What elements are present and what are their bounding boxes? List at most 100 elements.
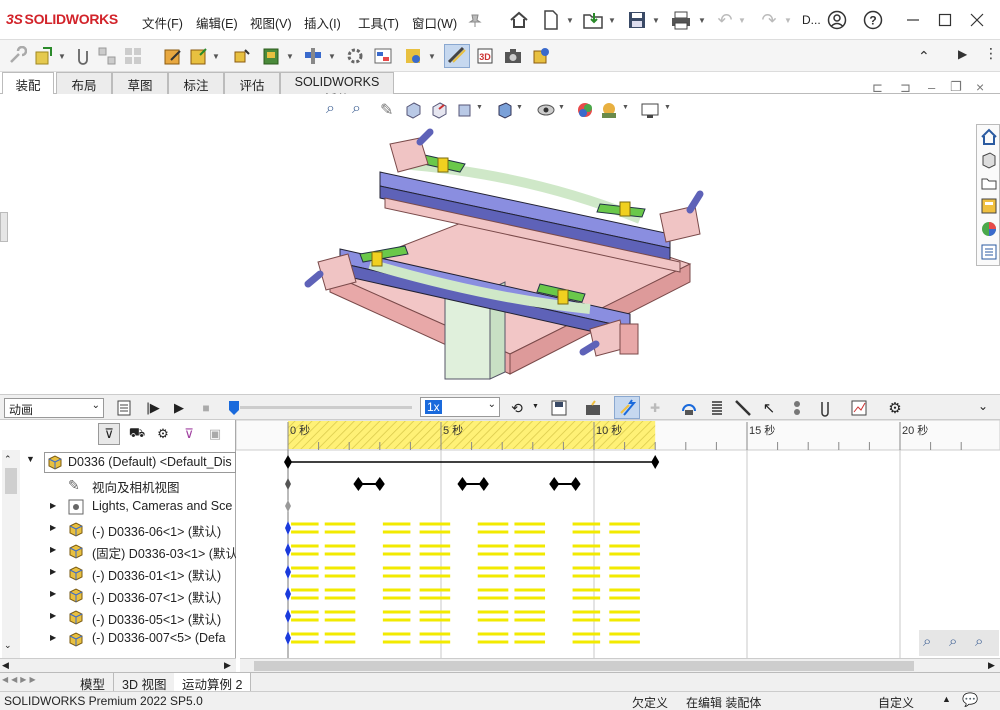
tree-row-component[interactable]: ▶ (-) D0336-01<1> (默认) [22, 562, 258, 584]
chevron-down-icon[interactable]: ▼ [516, 104, 523, 111]
scroll-left-icon[interactable]: ◀ [2, 660, 9, 671]
more-icon[interactable]: ⋮ [984, 45, 998, 62]
panel-collapse-handle[interactable] [0, 212, 8, 242]
minimize-icon[interactable] [902, 9, 924, 31]
tree-row-component[interactable]: ▶ (-) D0336-05<1> (默认) [22, 606, 258, 628]
reference-geometry-icon[interactable] [344, 45, 366, 67]
scroll-down-icon[interactable]: ⌄ [4, 640, 12, 651]
apply-scene-icon[interactable] [600, 101, 618, 119]
playback-speed-select[interactable]: 1x ⌄ [420, 397, 500, 417]
viewport-restore-icon[interactable]: ❐ [950, 79, 962, 95]
add-key-icon[interactable]: ✚ [644, 397, 666, 419]
chevron-down-icon[interactable]: ▼ [58, 52, 66, 61]
calculate-icon[interactable] [114, 397, 136, 419]
chevron-up-icon[interactable]: ▲ [942, 694, 951, 704]
chevron-down-icon[interactable]: ▼ [652, 16, 660, 25]
zoom-out-icon[interactable]: ⌕ [975, 633, 983, 650]
save-animation-icon[interactable] [548, 397, 570, 419]
viewport-next-icon[interactable]: ⊐ [900, 80, 911, 96]
mate-icon[interactable] [72, 45, 94, 67]
help-icon[interactable]: ? [862, 9, 884, 31]
tab-model[interactable]: 模型 [72, 673, 115, 692]
gravity-icon[interactable] [814, 397, 836, 419]
filter-results-icon[interactable]: ⊽ [178, 423, 200, 445]
playback-mode-icon[interactable]: ⟲ [506, 397, 528, 419]
assembly-features-icon[interactable] [302, 45, 324, 67]
undo-icon[interactable]: ↶ [714, 9, 736, 31]
bill-of-materials-icon[interactable] [402, 45, 424, 67]
redo-icon[interactable]: ↷ [758, 9, 780, 31]
autokey-icon[interactable] [614, 396, 640, 419]
stop-icon[interactable]: ■ [195, 397, 217, 419]
expand-arrow-icon[interactable]: ▶ [958, 47, 967, 61]
study-type-select[interactable]: 动画 ⌄ [4, 398, 104, 418]
chevron-down-icon[interactable]: ▼ [286, 52, 294, 61]
collapse-toolbar-icon[interactable]: ⌃ [918, 48, 930, 65]
view-orientation-icon[interactable] [456, 101, 474, 119]
linear-pattern-icon[interactable] [96, 45, 118, 67]
filter-driving-icon[interactable]: ⛟ [126, 423, 148, 445]
chevron-down-icon[interactable]: ▼ [476, 104, 483, 111]
play-icon[interactable]: ▶ [168, 397, 190, 419]
assembly-model[interactable] [300, 124, 720, 384]
file-explorer-icon[interactable] [978, 172, 1000, 194]
save-icon[interactable] [626, 9, 648, 31]
tab-solidworks-addins[interactable]: SOLIDWORKS 插件 [280, 72, 394, 107]
new-document-icon[interactable] [540, 9, 562, 31]
user-label[interactable]: D... [802, 13, 821, 27]
tab-evaluate[interactable]: 评估 [224, 72, 280, 94]
move-component-icon[interactable] [230, 45, 252, 67]
filter-selected-icon[interactable]: ⚙ [152, 423, 174, 445]
zoom-to-fit-icon[interactable]: ⌕ [326, 100, 335, 118]
zoom-in-icon[interactable]: ⌕ [949, 633, 957, 650]
new-motion-study-icon[interactable] [372, 45, 394, 67]
zoom-to-fit-icon[interactable]: ⌕ [923, 633, 931, 650]
chevron-down-icon[interactable]: ▼ [698, 16, 706, 25]
menu-insert[interactable]: 插入(I) [304, 13, 341, 32]
zoom-area-icon[interactable]: ⌕ [352, 100, 361, 118]
timeline-area[interactable]: 0 秒 5 秒 10 秒 15 秒 20 秒 ⌕ ⌕ ⌕ [235, 419, 1000, 658]
animation-wizard-icon[interactable] [582, 397, 604, 419]
filter-animated-icon[interactable]: ⊽ [98, 423, 120, 445]
solidworks-resources-icon[interactable] [978, 126, 1000, 148]
new-part-icon[interactable] [188, 45, 210, 67]
autofit-icon[interactable]: ▣ [204, 423, 226, 445]
tree-row-component[interactable]: ▶ (-) D0336-06<1> (默认) [22, 518, 258, 540]
motor-icon[interactable] [678, 397, 700, 419]
view-settings-icon[interactable] [640, 101, 660, 119]
tab-layout[interactable]: 布局 [56, 72, 112, 94]
snapshot-icon[interactable] [502, 45, 524, 67]
custom-properties-icon[interactable] [978, 241, 1000, 263]
tree-row-lights[interactable]: ▶ Lights, Cameras and Sce [22, 496, 258, 518]
tab-assembly[interactable]: 装配体 [2, 72, 54, 112]
previous-view-icon[interactable]: ✎ [380, 100, 393, 120]
menu-edit[interactable]: 编辑(E) [196, 13, 238, 32]
chevron-down-icon[interactable]: ▼ [566, 16, 574, 25]
large-assembly-icon[interactable] [530, 45, 552, 67]
tree-row-component[interactable]: ▶ (固定) D0336-03<1> (默认 [22, 540, 258, 562]
hide-show-items-icon[interactable] [536, 101, 556, 119]
edit-component-icon[interactable] [162, 45, 184, 67]
chevron-down-icon[interactable]: ▼ [738, 16, 746, 25]
menu-view[interactable]: 视图(V) [250, 13, 292, 32]
instant3d-icon[interactable]: 3D [474, 45, 496, 67]
tree-scrollbar[interactable]: ⌃ ⌄ [2, 450, 20, 658]
tab-scroll-arrows[interactable]: ◀◀▶▶ [2, 675, 39, 684]
chevron-down-icon[interactable]: ▼ [328, 52, 336, 61]
tree-row-root[interactable]: ▼ D0336 (Default) <Default_Dis [22, 452, 258, 474]
close-icon[interactable] [966, 9, 988, 31]
scroll-right-icon[interactable]: ▶ [988, 660, 995, 671]
viewport-prev-icon[interactable]: ⊏ [872, 80, 883, 96]
tree-row-views-cameras[interactable]: ✎ 视向及相机视图 [22, 474, 258, 496]
viewport-close-icon[interactable]: × [976, 79, 984, 95]
menu-file[interactable]: 文件(F) [142, 13, 183, 32]
display-style-icon[interactable] [496, 101, 514, 119]
tab-sketch[interactable]: 草图 [112, 72, 168, 94]
chevron-down-icon[interactable]: ▼ [558, 104, 565, 111]
section-view-icon[interactable] [404, 101, 422, 119]
exploded-view-icon[interactable] [444, 44, 470, 68]
print-icon[interactable] [670, 9, 692, 31]
viewport-minimize-icon[interactable]: – [928, 80, 935, 95]
show-hidden-icon[interactable] [260, 45, 282, 67]
menu-window[interactable]: 窗口(W) [412, 13, 457, 32]
